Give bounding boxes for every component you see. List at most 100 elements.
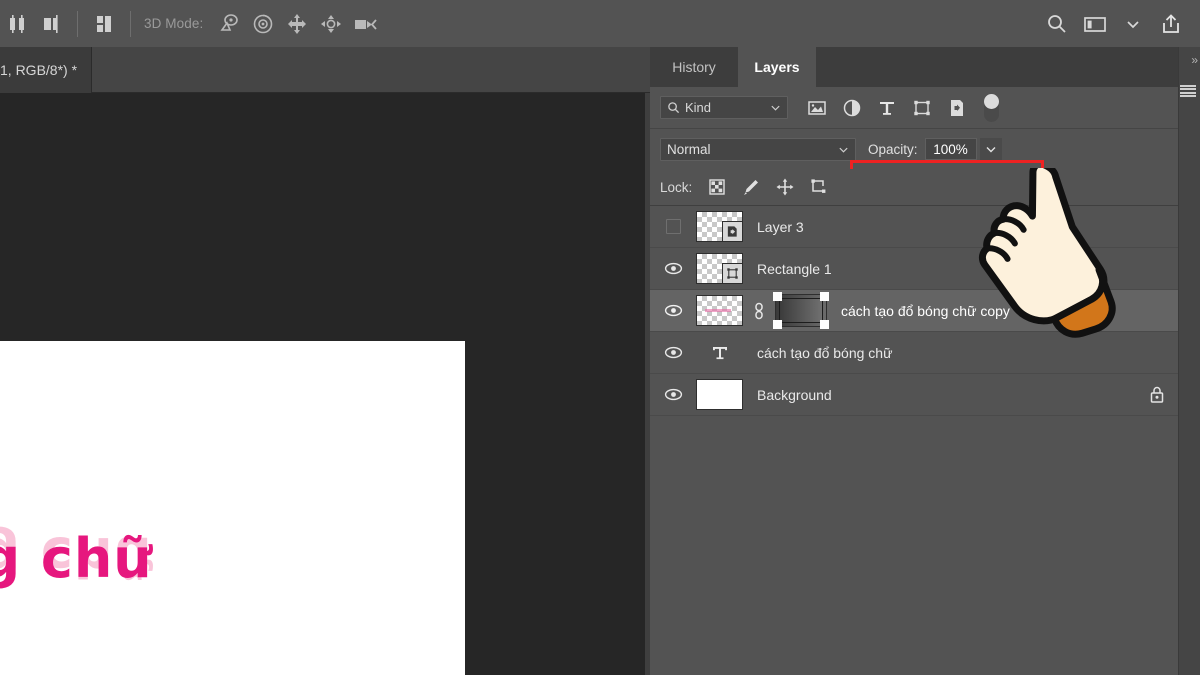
expand-panels-icon[interactable]: » <box>1191 53 1198 67</box>
lock-image-pixels-icon[interactable] <box>740 176 762 198</box>
lock-artboard-nesting-icon[interactable] <box>808 176 830 198</box>
eye-icon <box>664 304 682 317</box>
search-icon <box>667 101 680 114</box>
blend-mode-dropdown[interactable]: Normal <box>660 137 856 161</box>
layer-locked-indicator <box>1148 374 1166 416</box>
table-row[interactable]: Layer 3 <box>650 206 1178 248</box>
chevron-down-icon <box>770 102 781 113</box>
document-tab-title: 1, RGB/8*) * <box>0 62 78 78</box>
panel-menu-icon[interactable] <box>1180 85 1196 97</box>
mask-link-icon[interactable] <box>748 302 770 320</box>
3d-camera-icon[interactable] <box>348 6 382 42</box>
layer-thumbnail-content <box>705 309 731 312</box>
search-icon[interactable] <box>1040 6 1074 42</box>
lock-row: Lock: <box>650 169 1200 205</box>
table-row[interactable]: Rectangle 1 <box>650 248 1178 290</box>
layer-thumbnail[interactable] <box>696 253 743 284</box>
opacity-input[interactable]: 100% <box>924 138 977 160</box>
chevron-down-icon[interactable] <box>1116 6 1150 42</box>
layer-visibility-toggle[interactable] <box>650 290 696 332</box>
filter-pixel-icon[interactable] <box>806 97 828 119</box>
opacity-label: Opacity: <box>868 141 918 157</box>
lock-label: Lock: <box>660 179 693 195</box>
toolbar-divider-2 <box>130 10 131 37</box>
blend-mode-value: Normal <box>667 141 711 157</box>
dock-right-edge: » <box>1178 47 1200 675</box>
layers-list: Layer 3 Rectangle 1 cách tạo đổ bóng chữ… <box>650 205 1178 675</box>
options-bar: 3D Mode: <box>0 0 1200 47</box>
table-row[interactable]: cách tạo đổ bóng chữ <box>650 332 1178 374</box>
panel-tab-row: History Layers <box>650 47 1200 87</box>
tab-history-label: History <box>672 59 716 75</box>
share-icon[interactable] <box>1154 6 1188 42</box>
filter-enable-toggle[interactable] <box>984 93 999 122</box>
table-row[interactable]: Background <box>650 374 1178 416</box>
canvas-area[interactable]: ng chữ ng chữ <box>0 93 645 675</box>
mask-selection-corner <box>773 320 782 329</box>
3d-slide-icon[interactable] <box>314 6 348 42</box>
mask-selection-corner <box>820 292 829 301</box>
mask-selection-corner <box>773 292 782 301</box>
opacity-dropdown-arrow[interactable] <box>979 138 1002 160</box>
eye-off-icon <box>665 219 681 234</box>
mode-label: 3D Mode: <box>144 16 204 31</box>
document-tab-strip: 1, RGB/8*) * <box>0 47 650 93</box>
align-right-edges-icon[interactable] <box>34 6 68 42</box>
3d-roll-icon[interactable] <box>246 6 280 42</box>
chevron-down-icon <box>985 143 997 155</box>
filter-kind-dropdown[interactable]: Kind <box>660 96 788 119</box>
layer-thumbnail-group <box>696 211 743 242</box>
layer-thumbnail-group <box>696 379 743 410</box>
layer-mask-thumbnail[interactable] <box>773 292 829 329</box>
3d-pan-icon[interactable] <box>280 6 314 42</box>
tab-layers[interactable]: Layers <box>738 47 816 87</box>
photoshop-window: 3D Mode: 1, RGB/8*) * chữ g chữ History … <box>0 0 1200 675</box>
align-vertical-centers-icon[interactable] <box>0 6 34 42</box>
layer-thumbnail-group <box>696 253 743 284</box>
opacity-value: 100% <box>933 141 968 157</box>
lock-transparent-pixels-icon[interactable] <box>706 176 728 198</box>
layer-name: Background <box>757 386 832 403</box>
blend-mode-row: Normal Opacity: 100% <box>650 129 1200 169</box>
layer-thumbnail-group <box>696 292 829 329</box>
layer-visibility-toggle[interactable] <box>650 248 696 290</box>
mask-selection-corner <box>820 320 829 329</box>
layer-name: Rectangle 1 <box>757 260 832 277</box>
filter-shape-icon[interactable] <box>911 97 933 119</box>
type-layer-icon[interactable] <box>696 342 743 364</box>
mode-icons-group <box>212 0 382 47</box>
layer-thumbnail[interactable] <box>696 211 743 242</box>
lock-icon <box>1150 386 1164 403</box>
layer-thumbnail[interactable] <box>696 379 743 410</box>
layer-name: Layer 3 <box>757 218 804 235</box>
eye-icon <box>664 346 682 359</box>
shape-badge-icon <box>722 263 742 283</box>
filter-type-icons <box>806 97 968 119</box>
workspace-panel-icon[interactable] <box>1078 6 1112 42</box>
align-tools-group <box>0 0 140 47</box>
tab-layers-label: Layers <box>754 59 800 75</box>
tab-history[interactable]: History <box>650 47 738 87</box>
smart-object-badge-icon <box>722 221 742 241</box>
options-bar-right-group <box>1040 6 1200 42</box>
document-tab[interactable]: 1, RGB/8*) * <box>0 47 93 93</box>
filter-adjustment-icon[interactable] <box>841 97 863 119</box>
eye-icon <box>664 262 682 275</box>
filter-type-icon[interactable] <box>876 97 898 119</box>
toolbar-divider <box>77 10 78 37</box>
table-row[interactable]: cách tạo đổ bóng chữ copy <box>650 290 1178 332</box>
layer-thumbnail[interactable] <box>696 295 743 326</box>
document-page[interactable]: ng chữ ng chữ <box>0 341 465 675</box>
eye-icon <box>664 388 682 401</box>
layers-dock: History Layers Kind Normal Opacity: 100%… <box>650 47 1200 675</box>
filter-smart-object-icon[interactable] <box>946 97 968 119</box>
layer-visibility-toggle[interactable] <box>650 206 696 248</box>
filter-kind-label: Kind <box>685 100 712 115</box>
layer-visibility-toggle[interactable] <box>650 374 696 416</box>
chevron-down-icon <box>838 144 849 155</box>
distribute-icon[interactable] <box>87 6 121 42</box>
3d-rotate-icon[interactable] <box>212 6 246 42</box>
lock-position-icon[interactable] <box>774 176 796 198</box>
layer-visibility-toggle[interactable] <box>650 332 696 374</box>
canvas-text-main: ng chữ <box>0 527 153 590</box>
